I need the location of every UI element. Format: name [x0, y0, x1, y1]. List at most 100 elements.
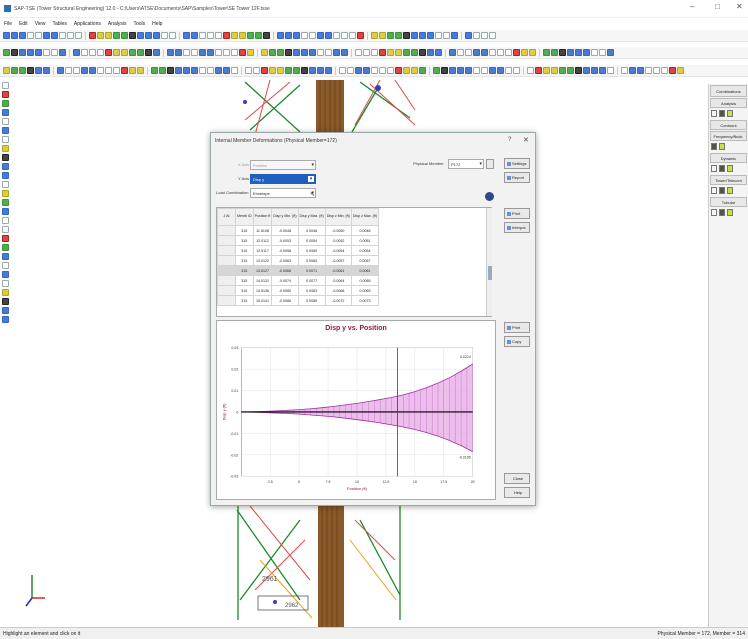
toolbar-button-icon[interactable]	[301, 67, 308, 74]
toolbar-button-icon[interactable]	[121, 67, 128, 74]
toolbar-button-icon[interactable]	[395, 32, 402, 39]
column-header[interactable]: J At	[217, 208, 236, 226]
toolbar-button-icon[interactable]	[395, 67, 402, 74]
toolbar-button-icon[interactable]	[387, 49, 394, 56]
tool-icon[interactable]	[1, 253, 9, 260]
toolbar-button-icon[interactable]	[215, 49, 222, 56]
toolbar-button-icon[interactable]	[167, 49, 174, 56]
toolbar-button-icon[interactable]	[239, 32, 246, 39]
toolbar-button-icon[interactable]	[341, 32, 348, 39]
toolbar-button-icon[interactable]	[113, 49, 120, 56]
tool-icon[interactable]	[1, 298, 9, 305]
menu-help[interactable]: Help	[152, 21, 162, 27]
toolbar-button-icon[interactable]	[231, 67, 238, 74]
toolbar-button-icon[interactable]	[137, 32, 144, 39]
toolbar-button-icon[interactable]	[3, 32, 10, 39]
toolbar-button-icon[interactable]	[191, 32, 198, 39]
tool-icon[interactable]	[1, 262, 9, 269]
table-scrollbar[interactable]	[486, 208, 492, 316]
toolbar-button-icon[interactable]	[19, 32, 26, 39]
table-row[interactable]: 315 12.0112 -0.0053 0.0054 -0.0052 0.0051	[217, 235, 380, 246]
toolbar-button-icon[interactable]	[105, 67, 112, 74]
menu-analysis[interactable]: Analysis	[108, 21, 127, 27]
toolbar-button-icon[interactable]	[481, 32, 488, 39]
tool-icon[interactable]	[1, 289, 9, 296]
toolbar-button-icon[interactable]	[411, 67, 418, 74]
toolbar-button-icon[interactable]	[591, 67, 598, 74]
deformed-icon[interactable]	[727, 110, 733, 117]
toolbar-button-icon[interactable]	[207, 49, 214, 56]
toolbar-button-icon[interactable]	[167, 67, 174, 74]
tool-icon[interactable]	[1, 100, 9, 107]
checkbox-icon[interactable]	[711, 187, 717, 194]
tool-icon[interactable]	[1, 91, 9, 98]
toolbar-button-icon[interactable]	[607, 49, 614, 56]
toolbar-button-icon[interactable]	[355, 67, 362, 74]
toolbar-button-icon[interactable]	[575, 67, 582, 74]
menu-view[interactable]: View	[35, 21, 46, 27]
contours-button[interactable]: Contours	[710, 120, 747, 130]
tool-icon[interactable]	[1, 235, 9, 242]
toolbar-button-icon[interactable]	[81, 67, 88, 74]
toolbar-button-icon[interactable]	[175, 67, 182, 74]
maximize-button[interactable]: □	[715, 2, 720, 11]
toolbar-button-icon[interactable]	[347, 67, 354, 74]
toolbar-button-icon[interactable]	[43, 32, 50, 39]
toolbar-button-icon[interactable]	[435, 49, 442, 56]
toolbar-button-icon[interactable]	[489, 67, 496, 74]
toolbar-button-icon[interactable]	[161, 32, 168, 39]
toolbar-button-icon[interactable]	[223, 32, 230, 39]
frame-icon[interactable]	[719, 187, 725, 194]
toolbar-button-icon[interactable]	[153, 49, 160, 56]
toolbar-button-icon[interactable]	[175, 49, 182, 56]
toolbar-button-icon[interactable]	[529, 49, 536, 56]
response-icon[interactable]	[727, 165, 733, 172]
table-row[interactable]: 315 13.0122 -0.0063 0.0065 -0.0057 0.0057	[217, 255, 380, 266]
toolbar-button-icon[interactable]	[129, 32, 136, 39]
toolbar-button-icon[interactable]	[231, 49, 238, 56]
toolbar-button-icon[interactable]	[599, 49, 606, 56]
toolbar-button-icon[interactable]	[207, 32, 214, 39]
toolbar-button-icon[interactable]	[277, 32, 284, 39]
toolbar-button-icon[interactable]	[371, 49, 378, 56]
column-header[interactable]: Disp y Min. (ft)	[271, 208, 299, 226]
table-row[interactable]: 315 13.5127 -0.0068 0.0071 -0.0061 0.0061	[217, 265, 380, 276]
toolbar-button-icon[interactable]	[449, 67, 456, 74]
checkbox-icon[interactable]	[711, 165, 717, 172]
toolbar-button-icon[interactable]	[153, 32, 160, 39]
toolbar-button-icon[interactable]	[669, 67, 676, 74]
column-header[interactable]: Disp y Max. (ft)	[297, 208, 326, 226]
toolbar-button-icon[interactable]	[57, 67, 64, 74]
toolbar-button-icon[interactable]	[379, 49, 386, 56]
toolbar-button-icon[interactable]	[583, 49, 590, 56]
toolbar-button-icon[interactable]	[661, 67, 668, 74]
toolbar-button-icon[interactable]	[591, 49, 598, 56]
toolbar-button-icon[interactable]	[121, 49, 128, 56]
menu-tools[interactable]: Tools	[133, 21, 145, 27]
checkbox-icon[interactable]	[711, 209, 717, 216]
toolbar-button-icon[interactable]	[285, 67, 292, 74]
toolbar-button-icon[interactable]	[301, 49, 308, 56]
toolbar-button-icon[interactable]	[247, 49, 254, 56]
toolbar-button-icon[interactable]	[215, 67, 222, 74]
toolbar-button-icon[interactable]	[245, 67, 252, 74]
toolbar-button-icon[interactable]	[645, 67, 652, 74]
frame-icon[interactable]	[719, 165, 725, 172]
tool-icon[interactable]	[1, 145, 9, 152]
tool-icon[interactable]	[1, 199, 9, 206]
column-header[interactable]: Position ft	[252, 208, 273, 226]
toolbar-button-icon[interactable]	[113, 67, 120, 74]
toolbar-button-icon[interactable]	[43, 49, 50, 56]
settings-button[interactable]: Settings	[504, 158, 530, 169]
toolbar-button-icon[interactable]	[443, 32, 450, 39]
tool-icon[interactable]	[1, 226, 9, 233]
toolbar-button-icon[interactable]	[223, 67, 230, 74]
toolbar-button-icon[interactable]	[183, 32, 190, 39]
minimize-button[interactable]: –	[690, 2, 694, 11]
toolbar-button-icon[interactable]	[183, 67, 190, 74]
close-window-button[interactable]: ✕	[736, 2, 743, 11]
toolbar-button-icon[interactable]	[403, 49, 410, 56]
tube-icon[interactable]	[727, 209, 733, 216]
toolbar-button-icon[interactable]	[489, 49, 496, 56]
toolbar-button-icon[interactable]	[97, 49, 104, 56]
